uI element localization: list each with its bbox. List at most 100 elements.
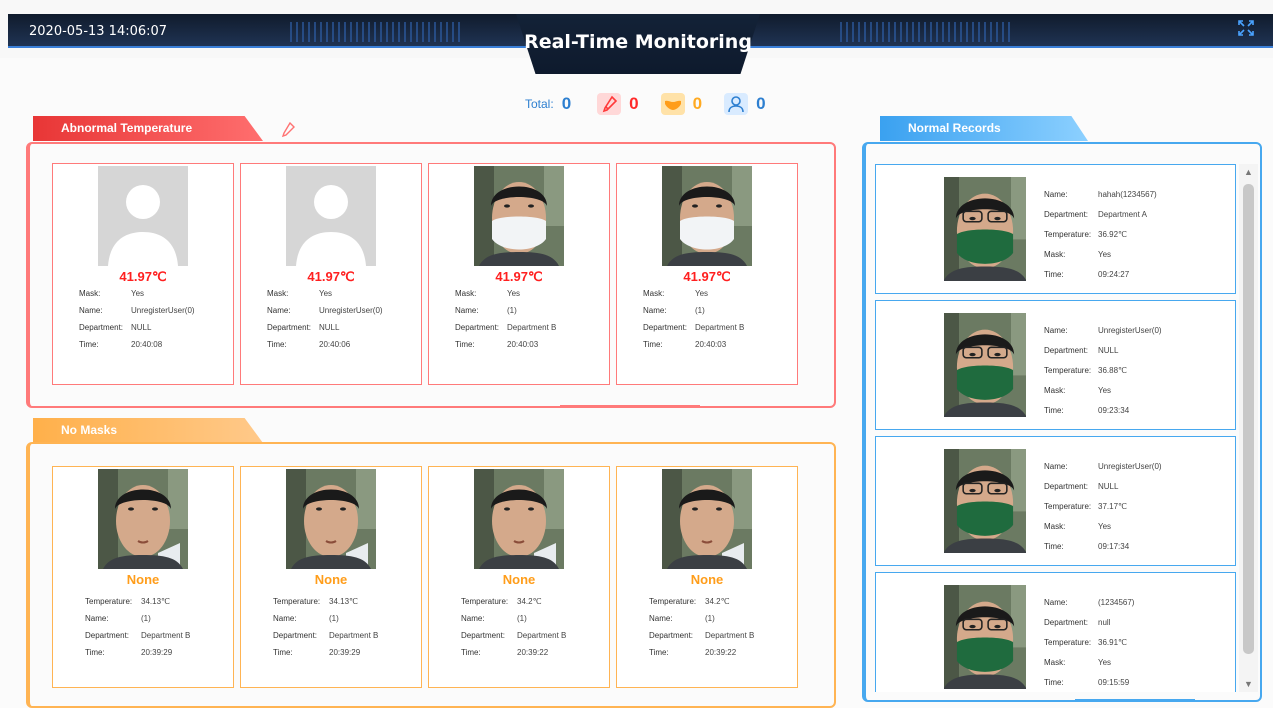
name-row: Name: UnregisterUser(0) <box>1044 321 1162 341</box>
mask-value: Yes <box>695 289 709 298</box>
record-details: Name: (1234567) Department: null Temperature… <box>1044 593 1134 692</box>
time-row: Time: 20:39:29 <box>85 644 190 661</box>
avatar-placeholder-icon <box>98 166 188 266</box>
header-decoration-left <box>290 22 460 42</box>
department-row: Department: Department B <box>273 627 378 644</box>
time-label: Time: <box>643 340 663 349</box>
records-scrollbar[interactable]: ▲ ▼ <box>1239 164 1258 692</box>
temperature-reading: 41.97℃ <box>495 269 543 284</box>
no-mask-card[interactable]: None Temperature: 34.13℃ Name: (1) Department… <box>240 466 422 688</box>
record-details: Name: hahah(1234567) Department: Department… <box>1044 185 1157 285</box>
time-row: Time: 20:40:03 <box>643 336 744 353</box>
temperature-row: Temperature: 36.92℃ <box>1044 225 1157 245</box>
thermometer-icon <box>279 121 295 141</box>
time-label: Time: <box>649 648 669 657</box>
mask-value: Yes <box>319 289 333 298</box>
name-label: Name: <box>85 614 109 623</box>
department-value: Department B <box>329 631 379 640</box>
name-value: UnregisterUser(0) <box>131 306 195 315</box>
department-row: Department: Department B <box>461 627 566 644</box>
scroll-up-icon[interactable]: ▲ <box>1239 164 1258 180</box>
normal-record-card[interactable]: Name: UnregisterUser(0) Department: NULL Tem… <box>875 436 1236 566</box>
time-row: Time: 20:39:29 <box>273 644 378 661</box>
name-row: Name: (1) <box>85 610 190 627</box>
time-label: Time: <box>267 340 287 349</box>
abnormal-temperature-card[interactable]: 41.97℃ Mask: Yes Name: UnregisterUser(0) Depa… <box>52 163 234 385</box>
temperature-row: Temperature: 37.17℃ <box>1044 497 1162 517</box>
mask-value: Yes <box>1098 658 1112 667</box>
panel-decoration <box>1075 699 1195 701</box>
mask-row: Mask: Yes <box>1044 245 1157 265</box>
temperature-label: Temperature: <box>1044 366 1092 375</box>
time-value: 09:17:34 <box>1098 542 1130 551</box>
time-value: 09:24:27 <box>1098 270 1130 279</box>
time-row: Time: 09:15:59 <box>1044 673 1134 692</box>
face-photo <box>944 177 1026 281</box>
mask-label: Mask: <box>1044 522 1066 531</box>
page-title: Real-Time Monitoring <box>524 31 752 53</box>
no-mask-card[interactable]: None Temperature: 34.2℃ Name: (1) Department:… <box>428 466 610 688</box>
abnormal-temperature-card[interactable]: 41.97℃ Mask: Yes Name: (1) Department: Departm… <box>428 163 610 385</box>
normal-records-list[interactable]: Name: hahah(1234567) Department: Department… <box>875 164 1236 692</box>
mask-status: None <box>690 572 724 587</box>
card-details: Mask: Yes Name: (1) Department: Department B T… <box>643 285 744 353</box>
fullscreen-icon[interactable] <box>1237 20 1255 38</box>
department-value: Department B <box>705 631 755 640</box>
department-value: NULL <box>319 323 340 332</box>
abnormal-temperature-card[interactable]: 41.97℃ Mask: Yes Name: UnregisterUser(0) Depa… <box>240 163 422 385</box>
scroll-down-icon[interactable]: ▼ <box>1239 676 1258 692</box>
temperature-row: Temperature: 34.2℃ <box>649 593 754 610</box>
abnormal-temperature-card[interactable]: 41.97℃ Mask: Yes Name: (1) Department: Departm… <box>616 163 798 385</box>
normal-record-card[interactable]: Name: UnregisterUser(0) Department: NULL Tem… <box>875 300 1236 430</box>
card-details: Mask: Yes Name: UnregisterUser(0) Department… <box>267 285 383 353</box>
name-value: UnregisterUser(0) <box>1098 462 1162 471</box>
mask-value: Yes <box>1098 522 1112 531</box>
department-row: Department: Department B <box>649 627 754 644</box>
name-row: Name: (1) <box>455 302 556 319</box>
mask-label: Mask: <box>1044 658 1066 667</box>
department-label: Department: <box>1044 210 1089 219</box>
department-label: Department: <box>1044 346 1089 355</box>
name-value: (1) <box>141 614 151 623</box>
card-details: Temperature: 34.2℃ Name: (1) Department: Depa… <box>461 593 566 661</box>
card-details: Mask: Yes Name: UnregisterUser(0) Department… <box>79 285 195 353</box>
temperature-reading: 41.97℃ <box>307 269 355 284</box>
time-value: 20:39:22 <box>517 648 549 657</box>
no-mask-card[interactable]: None Temperature: 34.13℃ Name: (1) Department… <box>52 466 234 688</box>
name-row: Name: (1) <box>649 610 754 627</box>
time-value: 20:40:08 <box>131 340 163 349</box>
name-label: Name: <box>1044 462 1068 471</box>
time-row: Time: 20:40:03 <box>455 336 556 353</box>
normal-record-card[interactable]: Name: (1234567) Department: null Temperature… <box>875 572 1236 692</box>
mask-status: None <box>314 572 348 587</box>
mask-row: Mask: Yes <box>1044 381 1162 401</box>
department-label: Department: <box>273 631 318 640</box>
normal-record-card[interactable]: Name: hahah(1234567) Department: Department… <box>875 164 1236 294</box>
temperature-row: Temperature: 34.13℃ <box>273 593 378 610</box>
time-row: Time: 20:39:22 <box>461 644 566 661</box>
time-label: Time: <box>1044 270 1064 279</box>
mask-row: Mask: Yes <box>1044 653 1134 673</box>
scroll-thumb[interactable] <box>1243 184 1254 654</box>
no-mask-card[interactable]: None Temperature: 34.2℃ Name: (1) Department:… <box>616 466 798 688</box>
name-value: UnregisterUser(0) <box>1098 326 1162 335</box>
name-label: Name: <box>1044 598 1068 607</box>
panel-decoration <box>560 405 700 407</box>
department-value: Department B <box>695 323 745 332</box>
normal-records-label: Normal Records <box>880 116 1088 141</box>
name-row: Name: (1) <box>643 302 744 319</box>
header-bar: 2020-05-13 14:06:07 Real-Time Monitoring <box>0 0 1273 74</box>
time-value: 09:15:59 <box>1098 678 1130 687</box>
time-value: 20:40:06 <box>319 340 351 349</box>
time-value: 20:39:29 <box>329 648 361 657</box>
time-label: Time: <box>1044 678 1064 687</box>
name-row: Name: (1) <box>273 610 378 627</box>
face-photo <box>474 166 564 266</box>
department-label: Department: <box>1044 618 1089 627</box>
mask-row: Mask: Yes <box>1044 517 1162 537</box>
temperature-row: Temperature: 34.13℃ <box>85 593 190 610</box>
no-mask-count: 0 <box>692 94 703 113</box>
department-row: Department: Department B <box>455 319 556 336</box>
mask-label: Mask: <box>643 289 665 298</box>
temperature-reading: 41.97℃ <box>119 269 167 284</box>
